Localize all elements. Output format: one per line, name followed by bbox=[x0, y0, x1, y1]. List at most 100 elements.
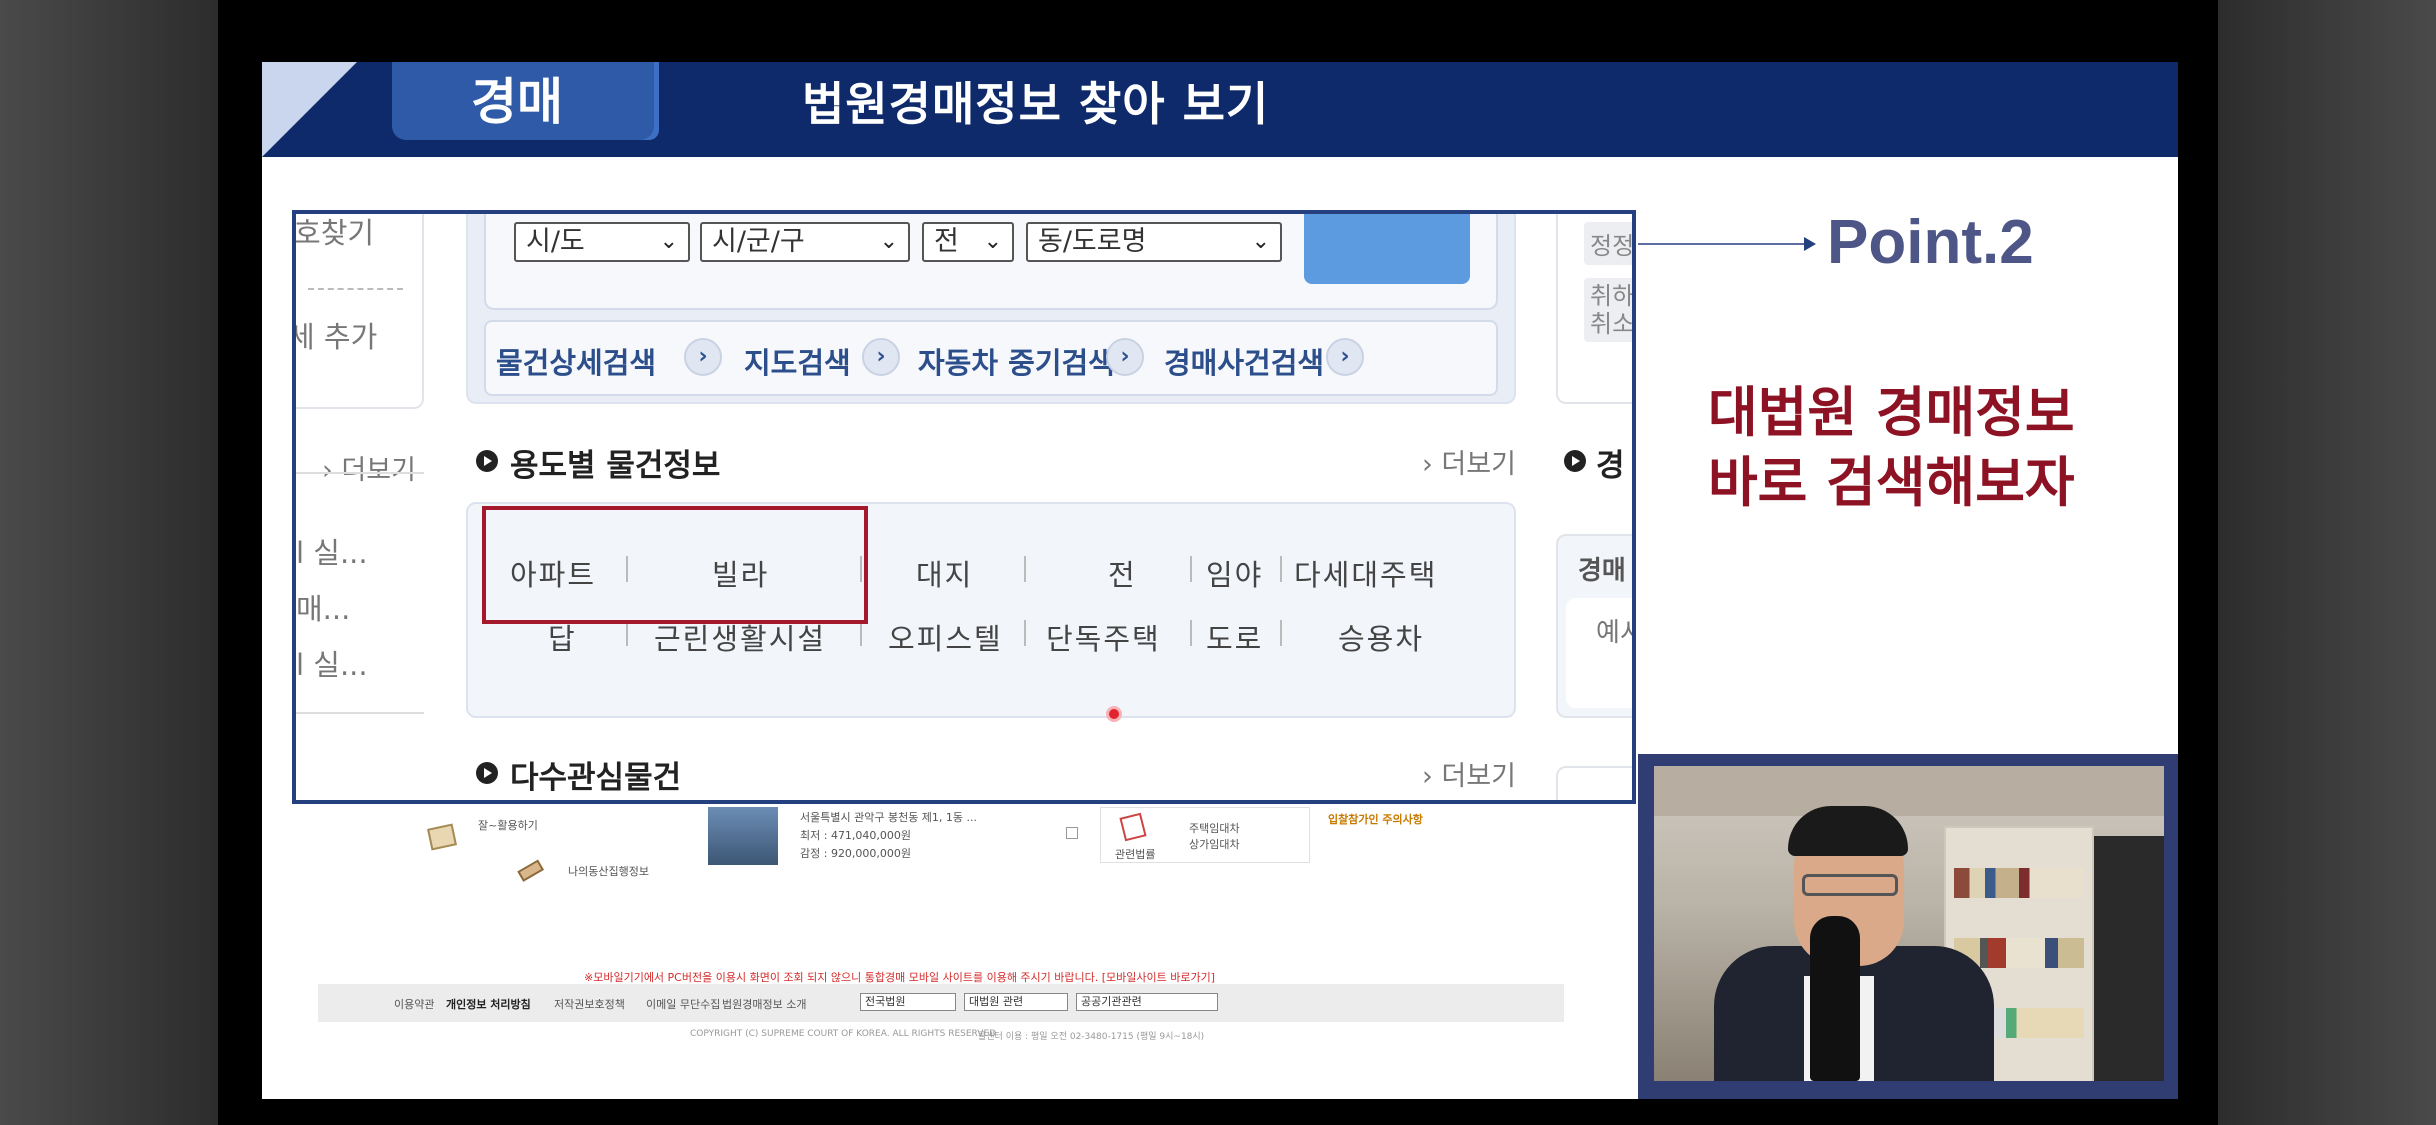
document-icon bbox=[1119, 812, 1147, 842]
left-box: l호찾기 세 추가 bbox=[296, 214, 424, 409]
header-corner-decoration bbox=[262, 62, 357, 157]
right-section-title: 경 bbox=[1596, 448, 1625, 484]
footer-link[interactable]: 개인정보 처리방침 bbox=[446, 996, 531, 1012]
chevron-right-icon[interactable]: › bbox=[1106, 338, 1144, 376]
category-field[interactable]: 전 bbox=[1108, 552, 1137, 594]
category-officetel[interactable]: 오피스텔 bbox=[888, 616, 1003, 658]
right-box-bottom bbox=[1556, 766, 1632, 800]
category-detached-house[interactable]: 단독주택 bbox=[1046, 616, 1161, 658]
detail-search-link[interactable]: 물건상세검색 bbox=[496, 340, 656, 382]
footer-link[interactable]: 저작권보호정책 bbox=[554, 996, 625, 1012]
vehicle-search-link[interactable]: 자동차 중기검색 bbox=[918, 340, 1115, 382]
footer-link[interactable]: 이메일 무단수집 bbox=[646, 996, 720, 1012]
chevron-right-icon[interactable]: › bbox=[684, 338, 722, 376]
category-road[interactable]: 도로 bbox=[1206, 616, 1263, 658]
webcam-video bbox=[1654, 766, 2164, 1081]
left-list-item[interactable]: 매... bbox=[296, 586, 350, 628]
usage-more-label: 더보기 bbox=[1441, 449, 1516, 480]
next-icon[interactable] bbox=[1066, 827, 1078, 839]
map-search-link[interactable]: 지도검색 bbox=[744, 340, 851, 382]
footer-link[interactable]: 이용약관 bbox=[394, 996, 434, 1012]
usage-category-panel: 아파트 빌라 대지 전 임야 다세대주택 답 근린생활시설 오피스텔 단독주택 … bbox=[466, 502, 1516, 718]
law-box: 관련법률 주택임대차 상가임대차 bbox=[1100, 807, 1310, 863]
bidder-notice-link[interactable]: 입찰참가인 주의사항 bbox=[1328, 811, 1423, 827]
category-passenger-car[interactable]: 승용차 bbox=[1338, 616, 1424, 658]
category-separator bbox=[1190, 556, 1192, 582]
chevron-right-icon[interactable]: › bbox=[862, 338, 900, 376]
category-separator bbox=[1280, 556, 1282, 582]
usage-guide-link[interactable]: 잘~활용하기 bbox=[478, 817, 538, 833]
left-divider bbox=[296, 472, 424, 474]
type-select[interactable]: 전 ⌄ bbox=[922, 222, 1014, 262]
left-column: l호찾기 세 추가 › 더보기 l 실... 매... l 실... bbox=[296, 214, 426, 800]
search-panel: 시/도 ⌄ 시/군/구 ⌄ 전 ⌄ 동/도로명 ⌄ 물건상세검색 › 지도검색 › 자동… bbox=[466, 214, 1516, 404]
background-right bbox=[2218, 0, 2436, 1125]
sido-select-value: 시/도 bbox=[526, 226, 585, 257]
interest-more-link[interactable]: › 더보기 bbox=[1422, 754, 1516, 793]
sido-select[interactable]: 시/도 ⌄ bbox=[514, 222, 690, 262]
right-box-example: 예시 bbox=[1596, 618, 1632, 648]
highlight-box bbox=[482, 506, 868, 624]
search-inner: 시/도 ⌄ 시/군/구 ⌄ 전 ⌄ 동/도로명 ⌄ bbox=[484, 214, 1498, 310]
left-list-item-text: 실... bbox=[313, 648, 368, 682]
gavel-icon bbox=[517, 859, 545, 882]
footer-bar: 이용약관 개인정보 처리방침 저작권보호정책 이메일 무단수집 법원경매정보 소… bbox=[318, 984, 1564, 1022]
section-bullet-icon bbox=[1564, 450, 1586, 472]
law-item[interactable]: 상가임대차 bbox=[1189, 836, 1240, 852]
mobile-notice: ※모바일기기에서 PC버전을 이용시 화면이 조회 되지 않으니 통합경매 모바… bbox=[584, 971, 1216, 984]
left-list-item[interactable]: l 실... bbox=[296, 642, 368, 684]
zoomed-screenshot: l호찾기 세 추가 › 더보기 l 실... 매... l 실... 시/도 ⌄ … bbox=[292, 210, 1636, 804]
movable-info-link[interactable]: 나의동산집행정보 bbox=[568, 863, 649, 879]
cancel-label: 취소 bbox=[1590, 310, 1635, 338]
chevron-down-icon: ⌄ bbox=[1251, 229, 1270, 254]
dong-select[interactable]: 동/도로명 ⌄ bbox=[1026, 222, 1282, 262]
footer-link[interactable]: 법원경매정보 소개 bbox=[722, 996, 806, 1012]
right-box-inner: 예시 bbox=[1566, 598, 1632, 708]
usage-more-link[interactable]: › 더보기 bbox=[1422, 442, 1516, 481]
arrow-right-icon bbox=[1804, 237, 1816, 251]
header-tab-label: 경매 bbox=[471, 73, 563, 131]
property-address[interactable]: 서울특별시 관악구 봉천동 제1, 1동 ... bbox=[800, 809, 977, 825]
section-bullet-icon bbox=[476, 450, 498, 472]
section-bullet-icon bbox=[476, 762, 498, 784]
search-button[interactable] bbox=[1304, 214, 1470, 284]
category-forest[interactable]: 임야 bbox=[1206, 552, 1263, 594]
glasses-icon bbox=[1802, 874, 1898, 896]
search-links-row: 물건상세검색 › 지도검색 › 자동차 중기검색 › 경매사건검색 › bbox=[484, 320, 1498, 396]
books bbox=[1954, 868, 2084, 898]
case-search-link[interactable]: 경매사건검색 bbox=[1164, 340, 1324, 382]
dong-select-value: 동/도로명 bbox=[1038, 226, 1147, 257]
interest-section-title: 다수관심물건 bbox=[510, 760, 682, 796]
left-more-link[interactable]: › 더보기 bbox=[322, 448, 416, 487]
sigungu-select[interactable]: 시/군/구 ⌄ bbox=[700, 222, 910, 262]
copyright-text: COPYRIGHT (C) SUPREME COURT OF KOREA. AL… bbox=[690, 1029, 997, 1039]
background-left bbox=[0, 0, 218, 1125]
property-photo[interactable] bbox=[708, 807, 778, 865]
public-agency-select[interactable]: 공공기관관련 bbox=[1076, 993, 1218, 1011]
law-item[interactable]: 주택임대차 bbox=[1189, 820, 1240, 836]
slide-title: 법원경매정보 찾아 보기 bbox=[802, 77, 1270, 131]
property-min-price: 최저 : 471,040,000원 bbox=[800, 829, 912, 842]
category-separator bbox=[1024, 556, 1026, 582]
correction-tag[interactable]: 정정 bbox=[1584, 222, 1632, 265]
interest-more-label: 더보기 bbox=[1441, 761, 1516, 792]
cancel-tag[interactable]: 취하 취소 bbox=[1584, 278, 1635, 342]
left-add-link[interactable]: 세 추가 bbox=[296, 314, 377, 356]
category-separator bbox=[1280, 620, 1282, 646]
court-related-select[interactable]: 대법원 관련 bbox=[964, 993, 1068, 1011]
left-more-label: 더보기 bbox=[341, 455, 416, 486]
left-partial-title: l호찾기 bbox=[292, 216, 375, 250]
category-multi-family[interactable]: 다세대주택 bbox=[1294, 552, 1437, 594]
chevron-down-icon: ⌄ bbox=[879, 229, 898, 254]
chevron-right-icon[interactable]: › bbox=[1326, 338, 1364, 376]
court-select[interactable]: 전국법원 bbox=[860, 993, 956, 1011]
type-select-value: 전 bbox=[934, 226, 959, 257]
property-appraisal-price: 감정 : 920,000,000원 bbox=[800, 847, 912, 860]
left-dashed-divider bbox=[308, 288, 403, 290]
sigungu-select-value: 시/군/구 bbox=[712, 226, 805, 257]
left-list-item[interactable]: l 실... bbox=[296, 530, 368, 572]
category-land[interactable]: 대지 bbox=[916, 552, 973, 594]
contact-text: 콜센터 이용 : 평일 오전 02-3480-1715 (평일 9시~18시) bbox=[978, 1032, 1205, 1042]
chevron-down-icon: ⌄ bbox=[983, 229, 1002, 254]
ceiling bbox=[1654, 766, 2164, 816]
